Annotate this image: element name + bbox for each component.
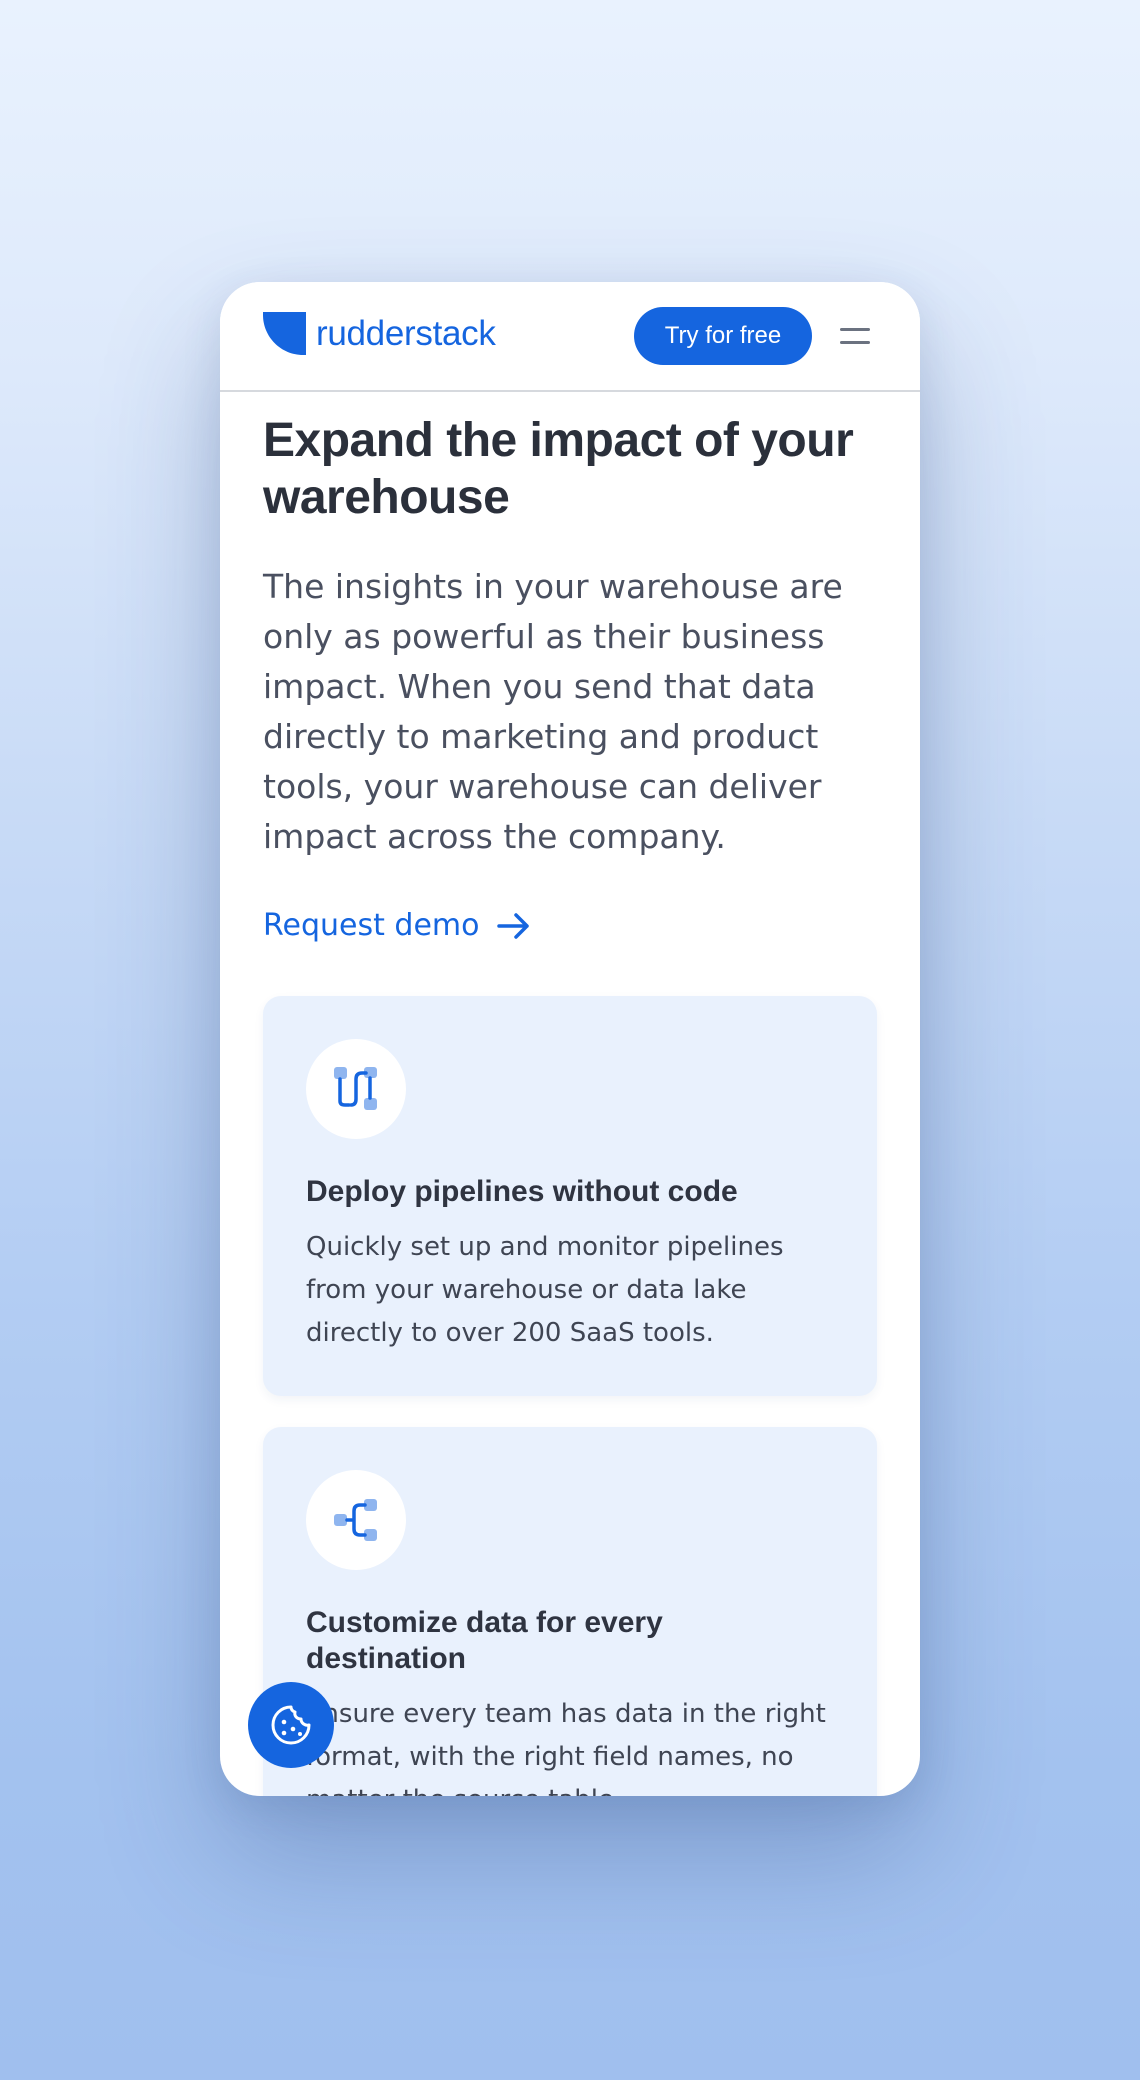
mobile-viewport: rudderstack Try for free Expand the impa…	[220, 282, 920, 1796]
page-title: Expand the impact of your warehouse	[263, 414, 854, 524]
try-for-free-button[interactable]: Try for free	[634, 307, 812, 365]
hamburger-icon[interactable]	[838, 320, 872, 352]
feature-title: Customize data for every destination	[306, 1606, 663, 1675]
feature-title: Deploy pipelines without code	[306, 1175, 738, 1208]
request-demo-label: Request demo	[263, 908, 480, 943]
feature-description: Quickly set up and monitor pipelines fro…	[306, 1232, 784, 1348]
pipeline-icon	[334, 1067, 377, 1110]
feature-card: Customize data for every destination Ens…	[263, 1427, 877, 1796]
branch-icon	[334, 1499, 377, 1541]
logo-text: rudderstack	[316, 314, 496, 353]
logo[interactable]: rudderstack	[263, 312, 496, 355]
intro-paragraph: The insights in your warehouse are only …	[263, 567, 843, 856]
cookie-settings-button[interactable]	[248, 1682, 334, 1768]
request-demo-link[interactable]: Request demo	[263, 906, 883, 946]
main-content: Expand the impact of your warehouse The …	[263, 412, 883, 946]
feature-icon-badge	[306, 1039, 406, 1139]
feature-card: Deploy pipelines without code Quickly se…	[263, 996, 877, 1396]
feature-description: Ensure every team has data in the right …	[306, 1699, 826, 1796]
site-header: rudderstack Try for free	[220, 282, 920, 392]
cookie-icon	[271, 1705, 311, 1745]
feature-icon-badge	[306, 1470, 406, 1570]
rudderstack-logo-icon	[263, 312, 306, 355]
arrow-right-icon	[497, 913, 530, 939]
